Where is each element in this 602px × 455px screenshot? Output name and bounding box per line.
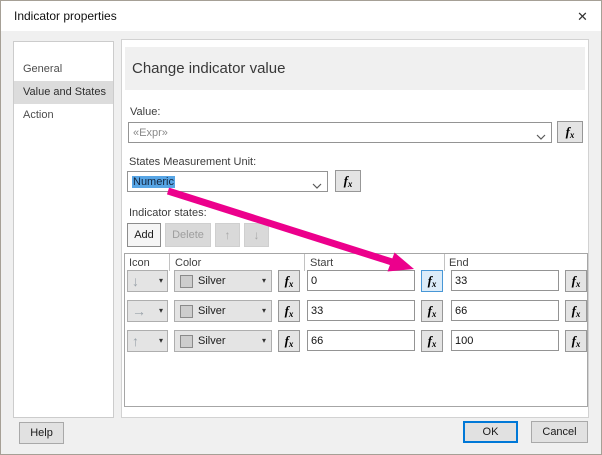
cancel-button[interactable]: Cancel xyxy=(531,421,588,443)
fx-icon: fx xyxy=(427,332,437,349)
column-divider xyxy=(169,254,170,271)
color-dropdown[interactable]: Silver ▾ xyxy=(174,270,272,292)
sidebar: General Value and States Action xyxy=(13,41,114,418)
down-arrow-icon: ↓ xyxy=(253,228,260,242)
main-panel: Change indicator value Value: «Expr» fx … xyxy=(121,39,589,418)
table-row: ↑ ▾ Silver ▾ fx fx fx xyxy=(125,330,587,352)
end-value-input[interactable] xyxy=(451,300,559,321)
color-fx-button[interactable]: fx xyxy=(278,330,300,352)
start-value-input[interactable] xyxy=(307,270,415,291)
dropdown-caret-icon: ▾ xyxy=(261,276,266,285)
page-title: Change indicator value xyxy=(125,47,585,90)
silver-color-swatch xyxy=(180,304,193,318)
color-name: Silver xyxy=(198,275,226,287)
help-button[interactable]: Help xyxy=(19,422,64,444)
indicator-states-table: Icon Color Start End ↓ ▾ Silver ▾ fx 0 f… xyxy=(124,253,588,407)
column-divider xyxy=(304,254,305,271)
move-up-button[interactable]: ↑ xyxy=(215,223,240,247)
icon-dropdown[interactable]: → ▾ xyxy=(127,300,168,322)
start-value-input[interactable] xyxy=(307,330,415,351)
end-fx-button[interactable]: fx xyxy=(565,330,587,352)
down-arrow-icon: ↓ xyxy=(132,273,139,289)
fx-icon: fx xyxy=(427,302,437,319)
dropdown-caret-icon: ▾ xyxy=(261,306,266,315)
column-divider xyxy=(444,254,445,271)
table-row: → ▾ Silver ▾ fx fx fx xyxy=(125,300,587,322)
value-label: Value: xyxy=(130,106,161,118)
end-value-input[interactable] xyxy=(451,270,559,291)
start-fx-button[interactable]: fx xyxy=(421,330,443,352)
move-down-button[interactable]: ↓ xyxy=(244,223,269,247)
start-value-input[interactable] xyxy=(307,300,415,321)
sidebar-item-general[interactable]: General xyxy=(14,58,113,81)
start-fx-button-highlighted[interactable]: fx xyxy=(421,270,443,292)
fx-icon: fx xyxy=(343,172,353,189)
column-header-color: Color xyxy=(175,257,202,269)
value-expression-fx-button[interactable]: fx xyxy=(557,121,583,143)
fx-icon: fx xyxy=(565,123,575,140)
delete-button[interactable]: Delete xyxy=(165,223,211,247)
silver-color-swatch xyxy=(180,334,193,348)
column-header-end: End xyxy=(449,257,469,269)
sidebar-item-value-and-states[interactable]: Value and States xyxy=(14,81,113,104)
color-name: Silver xyxy=(198,335,226,347)
sidebar-item-action[interactable]: Action xyxy=(14,104,113,127)
fx-icon: fx xyxy=(571,272,581,289)
icon-dropdown[interactable]: ↑ ▾ xyxy=(127,330,168,352)
end-fx-button[interactable]: fx xyxy=(565,300,587,322)
end-value-input[interactable] xyxy=(451,330,559,351)
add-button[interactable]: Add xyxy=(127,223,161,247)
ok-button[interactable]: OK xyxy=(463,421,518,443)
title-bar: Indicator properties ✕ xyxy=(1,1,601,31)
fx-icon: fx xyxy=(284,272,294,289)
indicator-properties-dialog: Indicator properties ✕ General Value and… xyxy=(0,0,602,455)
measurement-unit-label: States Measurement Unit: xyxy=(129,156,257,168)
color-fx-button[interactable]: fx xyxy=(278,300,300,322)
start-fx-button[interactable]: fx xyxy=(421,300,443,322)
color-fx-button[interactable]: fx xyxy=(278,270,300,292)
end-fx-button[interactable]: fx xyxy=(565,270,587,292)
color-name: Silver xyxy=(198,305,226,317)
up-arrow-icon: ↑ xyxy=(132,333,139,349)
column-header-start: Start xyxy=(310,257,334,269)
fx-icon: fx xyxy=(427,272,437,289)
dropdown-caret-icon: ▾ xyxy=(158,276,163,285)
table-row: ↓ ▾ Silver ▾ fx fx fx xyxy=(125,270,587,292)
measurement-unit-fx-button[interactable]: fx xyxy=(335,170,361,192)
dropdown-caret-icon: ▾ xyxy=(261,336,266,345)
fx-icon: fx xyxy=(284,302,294,319)
dialog-title: Indicator properties xyxy=(14,9,117,23)
value-combobox[interactable]: «Expr» xyxy=(128,122,552,143)
chevron-down-icon xyxy=(312,180,322,192)
fx-icon: fx xyxy=(571,332,581,349)
indicator-states-label: Indicator states: xyxy=(129,207,207,219)
color-dropdown[interactable]: Silver ▾ xyxy=(174,300,272,322)
silver-color-swatch xyxy=(180,274,193,288)
close-icon[interactable]: ✕ xyxy=(572,6,593,27)
fx-icon: fx xyxy=(571,302,581,319)
dropdown-caret-icon: ▾ xyxy=(158,306,163,315)
fx-icon: fx xyxy=(284,332,294,349)
up-arrow-icon: ↑ xyxy=(224,228,231,242)
measurement-unit-combobox[interactable]: Numeric xyxy=(127,171,328,192)
value-expression-text: «Expr» xyxy=(133,126,168,139)
column-header-icon: Icon xyxy=(129,257,150,269)
chevron-down-icon xyxy=(536,131,546,143)
measurement-unit-value: Numeric xyxy=(132,175,175,188)
color-dropdown[interactable]: Silver ▾ xyxy=(174,330,272,352)
right-arrow-icon: → xyxy=(132,303,146,319)
dropdown-caret-icon: ▾ xyxy=(158,336,163,345)
icon-dropdown[interactable]: ↓ ▾ xyxy=(127,270,168,292)
